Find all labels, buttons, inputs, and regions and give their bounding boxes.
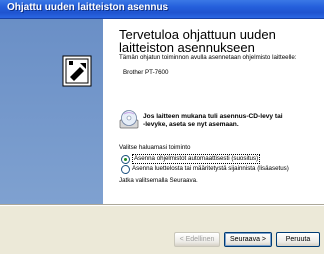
radio-manual[interactable] xyxy=(121,165,130,174)
cd-disc-icon xyxy=(119,110,139,129)
radio-automatic[interactable] xyxy=(121,155,130,164)
wizard-heading: Tervetuloa ohjattuun uuden laitteiston a… xyxy=(119,27,276,55)
choose-action-label: Valitse haluamasi toiminto xyxy=(119,144,191,151)
cancel-button[interactable]: Peruuta xyxy=(276,232,320,247)
window-title: Ohjattu uuden laitteiston asennus xyxy=(7,2,169,13)
wizard-side-panel xyxy=(0,19,103,204)
cd-hint: Jos laitteen mukana tuli asennus-CD-levy… xyxy=(119,106,319,136)
option-automatic-label[interactable]: Asenna ohjelmistot automaattisesti (suos… xyxy=(132,154,261,164)
device-name: Brother PT-7600 xyxy=(123,69,169,76)
footer-separator xyxy=(0,204,324,206)
back-button[interactable]: < Edellinen xyxy=(174,232,220,247)
wizard-window: Ohjattu uuden laitteiston asennus Tervet… xyxy=(0,0,324,254)
cd-hint-line2: -levyke, aseta se nyt asemaan. xyxy=(143,121,239,128)
intro-text: Tämän ohjatun toiminnon avulla asennetaa… xyxy=(119,54,314,62)
continue-text: Jatka valitsemalla Seuraava. xyxy=(119,177,198,184)
intro-label: Tämän ohjatun toiminnon avulla asennetaa… xyxy=(119,54,297,61)
next-button[interactable]: Seuraava > xyxy=(224,232,272,247)
cd-hint-text: Jos laitteen mukana tuli asennus-CD-levy… xyxy=(143,113,283,129)
option-manual-label[interactable]: Asenna luettelosta tai määritetystä sija… xyxy=(132,165,289,173)
wizard-content: Tervetuloa ohjattuun uuden laitteiston a… xyxy=(103,19,324,204)
title-bar[interactable]: Ohjattu uuden laitteiston asennus xyxy=(0,0,324,19)
cd-hint-line1: Jos laitteen mukana tuli asennus-CD-levy… xyxy=(143,113,283,120)
hardware-wizard-icon xyxy=(62,55,92,87)
